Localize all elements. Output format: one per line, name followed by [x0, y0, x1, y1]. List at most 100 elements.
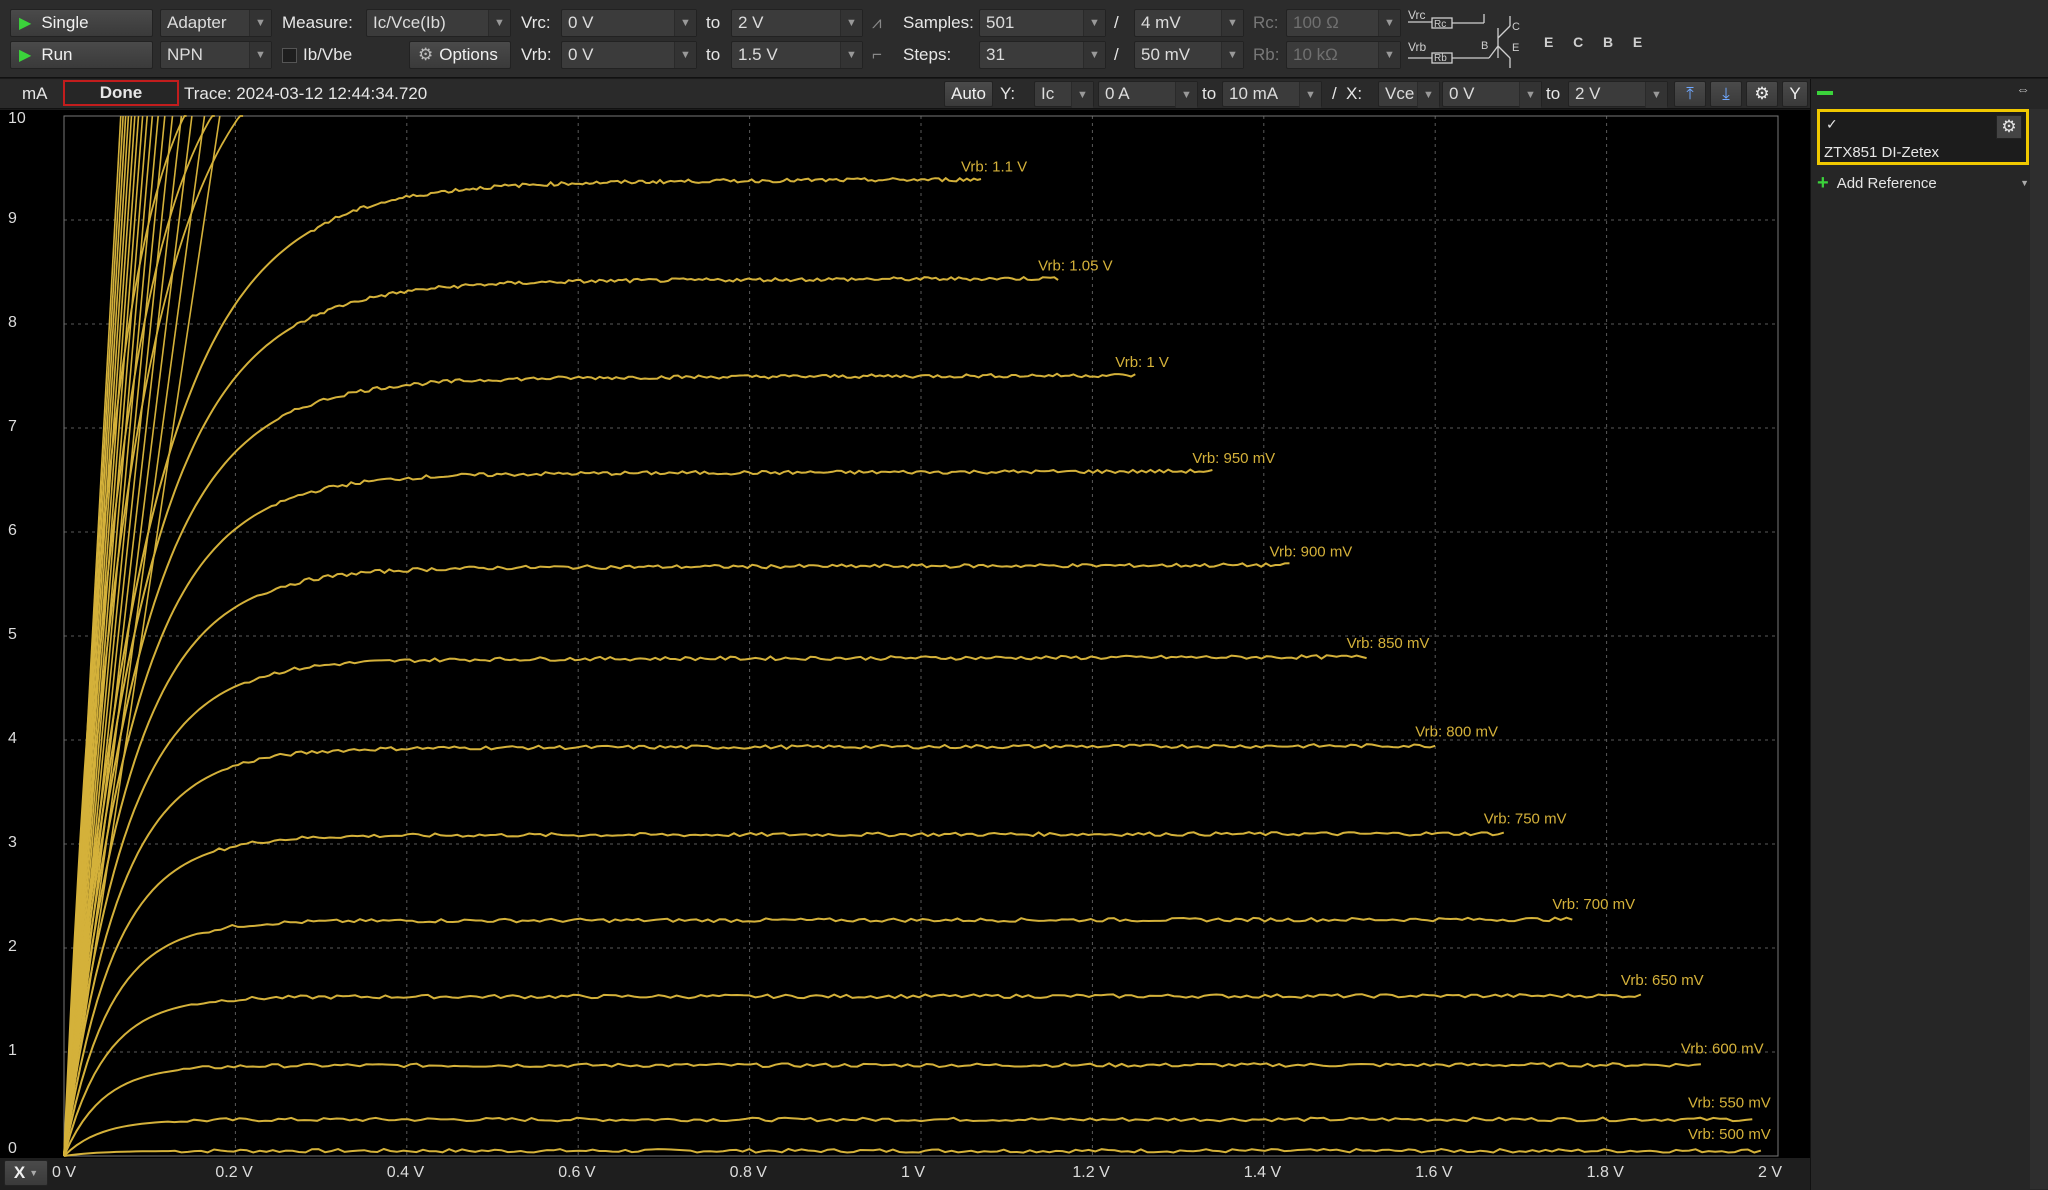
vrc-to-input[interactable]: 2 V ▼ [731, 9, 863, 37]
plot-gear-icon[interactable]: ⚙ [1746, 81, 1778, 107]
steps-sep: / [1114, 45, 1119, 64]
plot-area[interactable]: Vrb: 500 mV Vrb: 550 mV Vrb: 600 mV Vrb: 65… [0, 110, 1810, 1158]
checkbox-box[interactable] [282, 47, 297, 63]
x-button[interactable]: X ▼ [4, 1160, 48, 1186]
chevron-down-icon: ▼ [1083, 10, 1105, 36]
trace-label: Vrb: 1 V [1115, 354, 1169, 371]
vrc-to-value: 2 V [738, 13, 764, 32]
options-label: Options [439, 45, 498, 64]
y-tick-label: 4 [8, 730, 17, 747]
adapter-select[interactable]: Adapter ▼ [160, 9, 272, 37]
steps-value: 31 [986, 45, 1005, 64]
trace-label: Vrb: 700 mV [1552, 896, 1635, 913]
x-tick-label: 1.4 V [1243, 1164, 1282, 1181]
samples-label: Samples: [903, 13, 974, 32]
trace-label: Vrb: 850 mV [1347, 635, 1430, 652]
schem-e: E [1512, 42, 1520, 54]
x-button-label: X [13, 1163, 26, 1182]
samples-input[interactable]: 501 ▼ [979, 9, 1106, 37]
chevron-down-icon: ▼ [1378, 10, 1400, 36]
y-to-value: 10 mA [1229, 84, 1279, 103]
trace-label: Vrb: 600 mV [1681, 1041, 1764, 1058]
steps-icon: ⌐ [872, 45, 882, 64]
x-channel-select[interactable]: Vce ▼ [1378, 81, 1440, 108]
reference-check[interactable]: ✓ [1826, 116, 1838, 133]
schem-rc: Rc [1434, 19, 1447, 30]
reference-panel: ⇔ ✓ ⚙ ZTX851 DI-Zetex + Add Reference ▼ [1810, 79, 2048, 1190]
y-tick-label: 6 [8, 522, 17, 539]
samples-step-input[interactable]: 4 mV ▼ [1134, 9, 1244, 37]
axis-sep: / [1332, 84, 1337, 103]
reference-card[interactable]: ✓ ⚙ ZTX851 DI-Zetex [1817, 109, 2029, 165]
chevron-down-icon: ▼ [674, 42, 696, 68]
x-tick-label: 1.2 V [1072, 1164, 1110, 1181]
ib-vbe-checkbox[interactable]: Ib/Vbe [282, 41, 352, 69]
status-badge: Done [63, 80, 179, 106]
y-channel-value: Ic [1041, 84, 1055, 103]
expand-icon[interactable]: ⇔ [2016, 81, 2030, 97]
y-to-input[interactable]: 10 mA ▼ [1222, 81, 1322, 108]
steps-input[interactable]: 31 ▼ [979, 41, 1106, 69]
adapter-value: Adapter [167, 13, 227, 32]
y-button[interactable]: Y [1782, 81, 1808, 107]
chevron-down-icon: ▼ [488, 10, 510, 36]
polarity-select[interactable]: NPN ▼ [160, 41, 272, 69]
x-tick-label: 1.8 V [1586, 1164, 1624, 1181]
samples-value: 501 [986, 13, 1015, 32]
schem-vrc: Vrc [1408, 8, 1426, 22]
vrc-from-input[interactable]: 0 V ▼ [561, 9, 697, 37]
y-tick-label: 10 [8, 110, 26, 127]
panel-scrollbar[interactable] [2030, 109, 2048, 1189]
samples-icon: ⩘ [872, 13, 882, 32]
chevron-down-icon: ▼ [840, 42, 862, 68]
vrb-to-value: 1.5 V [738, 45, 778, 64]
add-reference-label: Add Reference [1836, 174, 1937, 192]
x-from-input[interactable]: 0 V ▼ [1442, 81, 1542, 108]
export-down-icon[interactable]: ⤓ [1710, 81, 1742, 107]
vrb-to-input[interactable]: 1.5 V ▼ [731, 41, 863, 69]
trace-line [63, 831, 1505, 1157]
chevron-down-icon: ▼ [1071, 82, 1093, 108]
plot-header: mA Done Trace: 2024-03-12 12:44:34.720 A… [0, 79, 1810, 109]
pin-order: E C B E [1544, 34, 1647, 50]
rb-input[interactable]: 10 kΩ ▼ [1286, 41, 1401, 69]
trace-label: Vrb: 500 mV [1688, 1126, 1771, 1143]
x-tick-label: 0.6 V [558, 1164, 596, 1181]
collapse-icon[interactable] [1817, 91, 1833, 95]
options-button[interactable]: ⚙ Options [409, 41, 511, 69]
trace-line [63, 176, 982, 1157]
x-tick-label: 0.4 V [386, 1164, 425, 1181]
run-button[interactable]: ▶ Run [10, 41, 153, 69]
add-reference-button[interactable]: + Add Reference ▼ [1817, 171, 2029, 195]
x-from-value: 0 V [1449, 84, 1475, 103]
steps-label: Steps: [903, 45, 952, 64]
trace-label: Vrb: 800 mV [1415, 723, 1498, 740]
reference-gear-icon[interactable]: ⚙ [1996, 115, 2022, 139]
trace-line [63, 372, 1136, 1157]
x-tick-label: 1 V [901, 1164, 926, 1181]
rc-input[interactable]: 100 Ω ▼ [1286, 9, 1401, 37]
chevron-down-icon: ▼ [1519, 82, 1541, 108]
single-button[interactable]: ▶ Single [10, 9, 153, 37]
chevron-down-icon: ▼ [249, 42, 271, 68]
y-tick-label: 3 [8, 834, 17, 851]
trace-line [63, 1062, 1701, 1157]
y-channel-select[interactable]: Ic ▼ [1034, 81, 1094, 108]
auto-button[interactable]: Auto [944, 81, 993, 107]
trace-line [63, 993, 1642, 1157]
x-tick-label: 0.2 V [215, 1164, 253, 1181]
measure-value: Ic/Vce(Ib) [373, 13, 446, 32]
trace-line [63, 468, 1213, 1157]
y-from-input[interactable]: 0 A ▼ [1098, 81, 1198, 108]
trace-timestamp: Trace: 2024-03-12 12:44:34.720 [184, 84, 428, 103]
toolbar: ▶ Single ▶ Run Adapter ▼ NPN ▼ Measure: … [0, 0, 2048, 78]
vrb-from-input[interactable]: 0 V ▼ [561, 41, 697, 69]
measure-select[interactable]: Ic/Vce(Ib) ▼ [366, 9, 511, 37]
export-up-icon[interactable]: ⤒ [1674, 81, 1706, 107]
steps-step-input[interactable]: 50 mV ▼ [1134, 41, 1244, 69]
steps-step-value: 50 mV [1141, 45, 1191, 64]
vrc-from-value: 0 V [568, 13, 594, 32]
x-axis-label: X: [1346, 84, 1363, 103]
x-to-input[interactable]: 2 V ▼ [1568, 81, 1668, 108]
trace-label: Vrb: 1.05 V [1038, 257, 1113, 274]
